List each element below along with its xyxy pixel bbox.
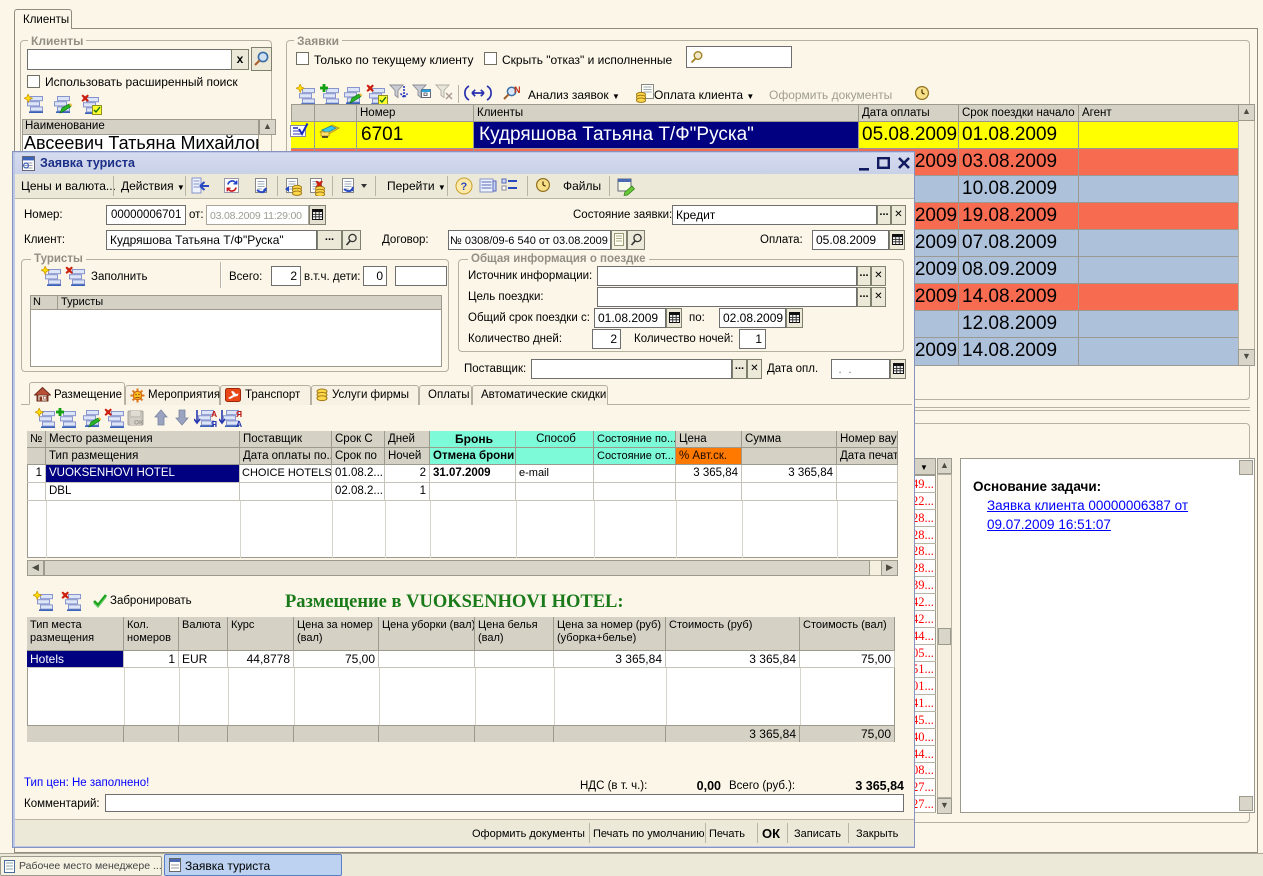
svg-text:Я: Я xyxy=(211,419,217,429)
svg-text:Я: Я xyxy=(236,409,242,419)
svg-text:N: N xyxy=(514,85,521,95)
svg-text:OK: OK xyxy=(134,420,144,427)
svg-text:?: ? xyxy=(461,181,468,193)
svg-text:А: А xyxy=(211,409,217,419)
svg-text:А: А xyxy=(236,419,242,429)
